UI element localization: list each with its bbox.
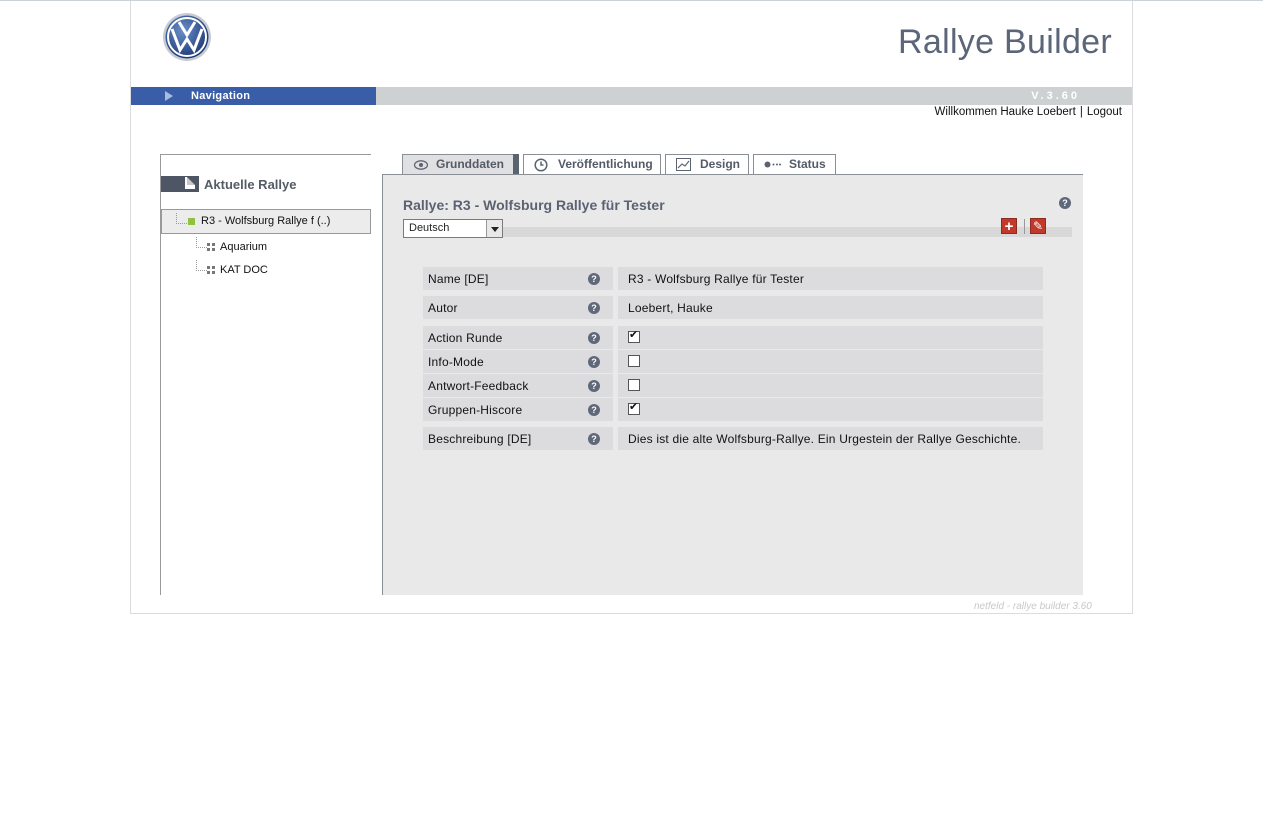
tree-root-label: R3 - Wolfsburg Rallye f (..) (201, 215, 331, 227)
info-mode-checkbox[interactable] (628, 355, 640, 367)
field-label-cell: Autor ? (423, 296, 613, 319)
field-label: Beschreibung [DE] (428, 432, 532, 446)
field-value-cell[interactable]: Dies ist die alte Wolfsburg-Rallye. Ein … (618, 427, 1043, 450)
field-label-cell: Action Runde ? (423, 326, 613, 349)
help-icon[interactable]: ? (588, 404, 600, 416)
page-container: Rallye Builder Navigation V.3.60 Willkom… (130, 1, 1133, 614)
field-value-cell[interactable]: Loebert, Hauke (618, 296, 1043, 319)
field-label: Info-Mode (428, 355, 484, 369)
field-label: Autor (428, 301, 458, 315)
eye-icon (414, 160, 428, 170)
edit-button[interactable]: ✎ (1030, 218, 1046, 234)
field-value: Loebert, Hauke (628, 301, 713, 315)
field-value-cell (618, 398, 1043, 421)
panel-title: Aktuelle Rallye (204, 177, 297, 192)
field-label-cell: Name [DE] ? (423, 267, 613, 290)
help-icon[interactable]: ? (588, 332, 600, 344)
pencil-icon: ✎ (1032, 219, 1044, 233)
tab-label: Veröffentlichung (558, 157, 653, 171)
green-node-icon (188, 218, 195, 225)
logout-link[interactable]: Logout (1087, 106, 1122, 118)
footer-text: netfeld - rallye builder 3.60 (974, 601, 1092, 612)
language-toolbar (403, 227, 1072, 237)
tab-label: Grunddaten (436, 157, 504, 171)
field-label: Name [DE] (428, 272, 489, 286)
help-icon[interactable]: ? (588, 380, 600, 392)
user-bar: Willkommen Hauke Loebert | Logout (935, 106, 1122, 118)
vw-logo (163, 13, 211, 61)
field-value: Dies ist die alte Wolfsburg-Rallye. Ein … (628, 432, 1022, 446)
tree-item-label: KAT DOC (220, 264, 268, 276)
welcome-text: Willkommen Hauke Loebert (934, 106, 1076, 118)
tab-label: Design (700, 157, 741, 171)
help-icon[interactable]: ? (588, 273, 600, 285)
add-button[interactable]: + (1001, 218, 1017, 234)
antwort-feedback-checkbox[interactable] (628, 379, 640, 391)
tree-connector (176, 213, 187, 224)
plus-icon: + (1004, 218, 1014, 235)
field-label: Gruppen-Hiscore (428, 403, 523, 417)
action-runde-checkbox[interactable] (628, 328, 640, 343)
help-icon[interactable]: ? (588, 302, 600, 314)
tree-connector (196, 237, 207, 248)
field-label-cell: Info-Mode ? (423, 350, 613, 373)
tab-veroeffentlichung[interactable]: Veröffentlichung (523, 154, 661, 174)
rallye-tree-panel: Aktuelle Rallye R3 - Wolfsburg Rallye f … (160, 154, 371, 595)
play-arrow-icon (165, 91, 173, 101)
tree-root-item[interactable]: R3 - Wolfsburg Rallye f (..) (161, 209, 371, 234)
grid-node-icon (207, 243, 215, 251)
separator: | (1079, 106, 1083, 118)
content-panel: Rallye: R3 - Wolfsburg Rallye für Tester… (382, 174, 1083, 595)
help-icon[interactable]: ? (1059, 197, 1071, 209)
tab-label: Status (789, 157, 826, 171)
help-icon[interactable]: ? (588, 433, 600, 445)
app-title: Rallye Builder (898, 23, 1112, 61)
field-label-cell: Gruppen-Hiscore ? (423, 398, 613, 421)
chart-icon (676, 158, 691, 171)
tab-grunddaten[interactable]: Grunddaten (402, 154, 514, 174)
chevron-down-icon (486, 220, 502, 237)
field-value-cell (618, 374, 1043, 397)
tab-status[interactable]: Status (753, 154, 836, 174)
language-value: Deutsch (409, 222, 450, 234)
document-icon (185, 177, 195, 189)
navigation-toggle[interactable]: Navigation (131, 87, 376, 105)
language-select[interactable]: Deutsch (403, 219, 503, 238)
navigation-label: Navigation (191, 90, 251, 102)
page-title: Rallye: R3 - Wolfsburg Rallye für Tester (403, 197, 665, 213)
help-icon[interactable]: ? (588, 356, 600, 368)
panel-header: Aktuelle Rallye (161, 176, 371, 192)
tree-item-label: Aquarium (220, 241, 268, 253)
tab-active-marker (513, 154, 519, 174)
clock-icon (534, 158, 548, 172)
field-value-cell (618, 326, 1043, 349)
tree-connector (196, 260, 207, 271)
nav-bar: Navigation V.3.60 (131, 87, 1132, 105)
field-value-cell[interactable]: R3 - Wolfsburg Rallye für Tester (618, 267, 1043, 290)
tab-design[interactable]: Design (665, 154, 749, 174)
field-label: Action Runde (428, 331, 503, 345)
field-label: Antwort-Feedback (428, 379, 529, 393)
status-icon (764, 161, 781, 168)
toolbar-divider (1024, 219, 1025, 234)
grid-node-icon (207, 266, 215, 274)
field-value: R3 - Wolfsburg Rallye für Tester (628, 272, 805, 286)
gruppen-hiscore-checkbox[interactable] (628, 400, 640, 415)
field-value-cell (618, 350, 1043, 373)
field-label-cell: Antwort-Feedback ? (423, 374, 613, 397)
field-label-cell: Beschreibung [DE] ? (423, 427, 613, 450)
version-label: V.3.60 (1031, 90, 1080, 102)
